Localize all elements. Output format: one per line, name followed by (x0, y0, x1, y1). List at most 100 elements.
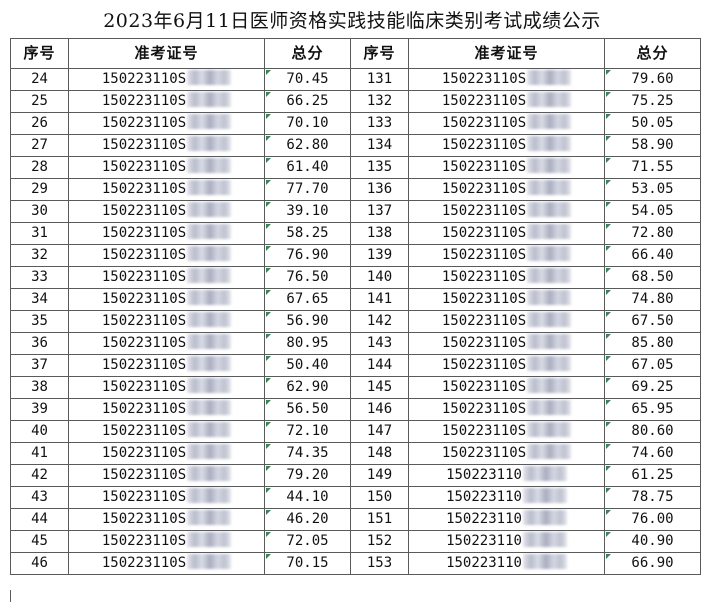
exam-no-prefix: 150223110 (446, 467, 522, 483)
redaction-mask (187, 422, 232, 437)
exam-no-prefix: 150223110S (101, 115, 187, 131)
seq-cell: 145 (350, 376, 409, 399)
table-row: 36 150223110S 80.95 143 150223110S 85.80 (10, 332, 701, 355)
score-cell: 74.60 (604, 442, 701, 465)
redaction-mask (187, 290, 232, 305)
seq-cell: 32 (10, 244, 69, 267)
exam-no-prefix: 150223110S (441, 181, 527, 197)
table-row: 42 150223110S 79.20 149 150223110 61.25 (10, 464, 701, 487)
score-cell: 67.05 (604, 354, 701, 377)
score-cell: 58.90 (604, 134, 701, 157)
exam-no-cell: 150223110S (408, 376, 605, 399)
exam-no-prefix: 150223110S (101, 335, 187, 351)
seq-cell: 146 (350, 398, 409, 421)
score-cell: 76.50 (264, 266, 351, 289)
exam-no-cell: 150223110 (408, 530, 605, 553)
redaction-mask (527, 136, 572, 151)
exam-no-prefix: 150223110S (441, 445, 527, 461)
redaction-mask (527, 290, 572, 305)
score-cell: 69.25 (604, 376, 701, 399)
seq-cell: 35 (10, 310, 69, 333)
exam-no-prefix: 150223110S (441, 115, 527, 131)
exam-no-cell: 150223110S (68, 90, 265, 113)
score-cell: 50.40 (264, 354, 351, 377)
exam-no-prefix: 150223110S (441, 159, 527, 175)
score-cell: 62.80 (264, 134, 351, 157)
exam-no-cell: 150223110S (68, 398, 265, 421)
redaction-mask (527, 70, 572, 85)
exam-no-prefix: 150223110S (101, 71, 187, 87)
score-cell: 40.90 (604, 530, 701, 553)
exam-no-prefix: 150223110S (101, 533, 187, 549)
exam-no-cell: 150223110S (408, 310, 605, 333)
redaction-mask (522, 488, 567, 503)
seq-cell: 132 (350, 90, 409, 113)
exam-no-prefix: 150223110S (101, 467, 187, 483)
seq-cell: 137 (350, 200, 409, 223)
score-cell: 80.60 (604, 420, 701, 443)
redaction-mask (522, 510, 567, 525)
table-row: 45 150223110S 72.05 152 150223110 40.90 (10, 530, 701, 553)
seq-cell: 41 (10, 442, 69, 465)
score-cell: 85.80 (604, 332, 701, 355)
exam-no-cell: 150223110S (408, 68, 605, 91)
table-row: 46 150223110S 70.15 153 150223110 66.90 (10, 552, 701, 575)
score-cell: 79.20 (264, 464, 351, 487)
exam-no-prefix: 150223110S (101, 137, 187, 153)
exam-no-cell: 150223110S (68, 68, 265, 91)
exam-no-prefix: 150223110S (441, 357, 527, 373)
score-cell: 66.90 (604, 552, 701, 575)
seq-cell: 39 (10, 398, 69, 421)
score-cell: 50.05 (604, 112, 701, 135)
redaction-mask (187, 312, 232, 327)
exam-no-cell: 150223110S (68, 420, 265, 443)
seq-cell: 153 (350, 552, 409, 575)
seq-cell: 142 (350, 310, 409, 333)
exam-no-cell: 150223110S (68, 222, 265, 245)
score-cell: 72.10 (264, 420, 351, 443)
table-row: 43 150223110S 44.10 150 150223110 78.75 (10, 486, 701, 509)
exam-no-cell: 150223110S (68, 508, 265, 531)
exam-no-cell: 150223110S (408, 112, 605, 135)
seq-cell: 28 (10, 156, 69, 179)
score-cell: 76.90 (264, 244, 351, 267)
score-cell: 80.95 (264, 332, 351, 355)
seq-cell: 141 (350, 288, 409, 311)
exam-no-prefix: 150223110 (446, 511, 522, 527)
exam-no-cell: 150223110 (408, 464, 605, 487)
score-cell: 76.00 (604, 508, 701, 531)
exam-no-cell: 150223110S (408, 134, 605, 157)
seq-cell: 42 (10, 464, 69, 487)
exam-no-cell: 150223110 (408, 486, 605, 509)
seq-cell: 40 (10, 420, 69, 443)
exam-no-prefix: 150223110S (101, 159, 187, 175)
exam-no-cell: 150223110S (408, 420, 605, 443)
redaction-mask (527, 202, 572, 217)
exam-no-cell: 150223110S (68, 112, 265, 135)
seq-cell: 150 (350, 486, 409, 509)
exam-no-prefix: 150223110 (446, 533, 522, 549)
redaction-mask (527, 378, 572, 393)
exam-no-cell: 150223110S (408, 244, 605, 267)
header-exam-no-right: 准考证号 (408, 38, 605, 69)
seq-cell: 147 (350, 420, 409, 443)
table-row: 33 150223110S 76.50 140 150223110S 68.50 (10, 266, 701, 289)
exam-no-cell: 150223110S (68, 552, 265, 575)
redaction-mask (187, 246, 232, 261)
exam-no-cell: 150223110S (408, 178, 605, 201)
exam-no-cell: 150223110S (68, 376, 265, 399)
exam-no-prefix: 150223110S (441, 291, 527, 307)
exam-no-cell: 150223110S (68, 530, 265, 553)
redaction-mask (522, 532, 567, 547)
exam-no-prefix: 150223110S (101, 225, 187, 241)
exam-no-prefix: 150223110 (446, 489, 522, 505)
redaction-mask (187, 378, 232, 393)
exam-no-prefix: 150223110S (101, 181, 187, 197)
exam-no-cell: 150223110S (68, 134, 265, 157)
redaction-mask (527, 180, 572, 195)
seq-cell: 152 (350, 530, 409, 553)
exam-no-prefix: 150223110S (101, 401, 187, 417)
exam-no-prefix: 150223110S (101, 203, 187, 219)
score-cell: 74.35 (264, 442, 351, 465)
exam-no-prefix: 150223110S (441, 401, 527, 417)
